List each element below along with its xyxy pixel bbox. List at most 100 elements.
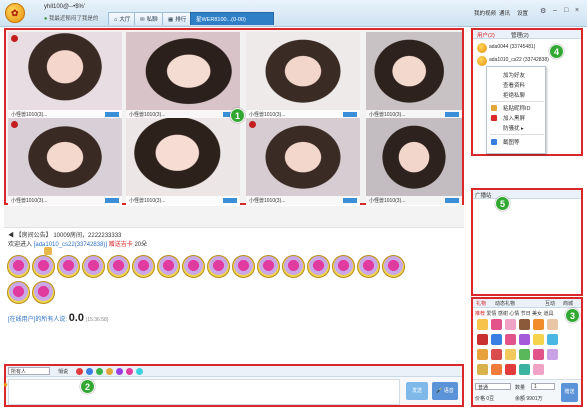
chat-timestamp: (15:36:58) <box>85 317 109 323</box>
menu-divider <box>490 134 544 135</box>
chat-line: [在线用户]的所有人说: 0.0 (15:36:58) <box>8 312 109 324</box>
quantity-label: 数量 <box>515 385 526 391</box>
gift-item[interactable] <box>547 319 558 330</box>
maximize-icon[interactable]: □ <box>564 7 568 14</box>
menu-settings[interactable]: 设置 <box>517 9 528 17</box>
minimize-icon[interactable]: – <box>553 7 557 14</box>
send-button[interactable]: 发送 <box>406 382 428 400</box>
gift-item[interactable] <box>505 364 516 375</box>
screenshot-icon <box>491 139 497 145</box>
user-row[interactable]: ada1010_cs22 (33742838) <box>489 57 549 63</box>
gift-item[interactable] <box>519 334 530 345</box>
gift-item[interactable] <box>505 319 516 330</box>
gift-item[interactable] <box>519 319 530 330</box>
emoji-icon[interactable] <box>86 368 93 375</box>
voice-button[interactable]: 🎤 语音 <box>432 382 458 400</box>
shake-icon[interactable] <box>136 368 143 375</box>
category-props[interactable]: 道具 <box>543 311 553 317</box>
menu-blacklist[interactable]: 加入黑屏 <box>503 114 525 122</box>
video-tile[interactable]: 小怪兽1010(3)... <box>126 118 240 205</box>
gift-item[interactable] <box>491 364 502 375</box>
gift-item[interactable] <box>477 334 488 345</box>
gift-item[interactable] <box>533 334 544 345</box>
menu-contacts[interactable]: 通讯 <box>499 9 510 17</box>
gift-item[interactable] <box>519 349 530 360</box>
menu-my-video[interactable]: 我的视频 <box>474 9 496 17</box>
callout-badge-5: 5 <box>495 196 510 211</box>
tab-gifts[interactable]: 礼物 <box>476 300 486 307</box>
tab-lobby[interactable]: ⌂ 大厅 <box>108 12 137 25</box>
tab-ranking[interactable]: ▦ 排行 <box>162 12 193 25</box>
user-row[interactable]: ada0044 (33745481) <box>489 44 535 50</box>
tab-admins[interactable]: 管理(2) <box>511 31 529 39</box>
skin-icon[interactable]: ⚙ <box>540 7 546 15</box>
menu-block-private[interactable]: 拒绝私聊 <box>503 91 525 99</box>
tab-users[interactable]: 用户(2) <box>477 31 495 39</box>
gift-item[interactable] <box>505 349 516 360</box>
video-tile[interactable]: 小怪兽1010(3)... <box>8 32 122 119</box>
balance-text: 余额 9901万 <box>515 396 543 402</box>
gift-tabs: 礼物 动态礼物 互动 商城 <box>473 299 581 308</box>
music-icon[interactable] <box>126 368 133 375</box>
menu-view-profile[interactable]: 查看资料 <box>503 81 525 89</box>
gift-select[interactable]: 普通 <box>475 383 511 391</box>
tab-interact[interactable]: 互动 <box>545 300 555 307</box>
gift-item[interactable] <box>491 349 502 360</box>
gift-item[interactable] <box>491 334 502 345</box>
category-beauty[interactable]: 美女 <box>532 311 542 317</box>
gift-categories: 推荐 爱情 感谢 心情 节日 美女 道具 <box>475 310 553 317</box>
gift-item[interactable] <box>477 364 488 375</box>
gift-item[interactable] <box>547 334 558 345</box>
rose-gift-icon <box>307 255 330 278</box>
price-text: 价格 0豆 <box>475 396 495 402</box>
user-list-panel: 用户(2) 管理(2) ada0044 (33745481) ada1010_c… <box>471 28 583 156</box>
menu-add-friend[interactable]: 加为好友 <box>503 71 525 79</box>
gift-item[interactable] <box>533 319 544 330</box>
category-mood[interactable]: 心情 <box>509 311 519 317</box>
close-icon[interactable]: × <box>575 7 579 14</box>
gift-item[interactable] <box>477 349 488 360</box>
video-tile[interactable]: 小怪兽1010(3)... <box>366 32 462 119</box>
gift-item[interactable] <box>519 364 530 375</box>
video-tile[interactable]: 小怪兽1010(3)... <box>246 32 360 119</box>
recipient-select[interactable]: 所有人 <box>8 367 50 375</box>
menu-paste-id[interactable]: 粘贴昵称ID <box>503 104 531 112</box>
gift-item[interactable] <box>491 319 502 330</box>
rose-gift-icon <box>32 281 55 304</box>
whisper-checkbox-label[interactable]: 悄说 <box>58 368 68 375</box>
gift-icon[interactable] <box>106 368 113 375</box>
menu-screenshot[interactable]: 截图等 <box>503 138 520 146</box>
gift-item[interactable] <box>533 364 544 375</box>
menu-anti-harass[interactable]: 防骚扰 ▸ <box>503 124 524 132</box>
quantity-select[interactable]: 1 <box>531 383 555 390</box>
video-tile[interactable]: 小怪兽1010(3)... <box>366 118 462 205</box>
image-icon[interactable] <box>96 368 103 375</box>
tab-mall[interactable]: 商城 <box>563 300 573 307</box>
send-gift-button[interactable]: 赠送 <box>561 383 578 402</box>
category-recommend[interactable]: 推荐 <box>475 311 485 317</box>
gift-item[interactable] <box>477 319 488 330</box>
gift-footer: 普通 数量 1 价格 0豆 余额 9901万 赠送 <box>473 379 581 405</box>
menu-divider <box>490 101 544 102</box>
gift-item[interactable] <box>505 334 516 345</box>
paste-icon <box>491 105 497 111</box>
screenshot-icon[interactable] <box>116 368 123 375</box>
video-tile[interactable]: 小怪兽1010(3)... <box>8 118 122 205</box>
callout-badge-3: 3 <box>565 308 580 323</box>
category-thanks[interactable]: 感谢 <box>498 311 508 317</box>
context-menu: 加为好友 查看资料 拒绝私聊 粘贴昵称ID 加入黑屏 防骚扰 ▸ 截图等 <box>486 66 546 154</box>
gift-item[interactable] <box>533 349 544 360</box>
video-tile[interactable]: 小怪兽1010(3)... <box>246 118 360 205</box>
chat-toolbar <box>4 206 464 228</box>
rose-gift-icon <box>282 255 305 278</box>
font-color-icon[interactable] <box>76 368 83 375</box>
gift-item[interactable] <box>547 349 558 360</box>
tab-private-chat[interactable]: ✉ 私聊 <box>134 12 164 25</box>
app-logo-icon: ✿ <box>5 3 25 23</box>
category-love[interactable]: 爱情 <box>486 311 496 317</box>
message-input[interactable] <box>8 379 400 405</box>
video-tile[interactable]: 小怪兽1010(3)... <box>126 32 240 119</box>
tab-current-room[interactable]: 星WER8100...(0-00) <box>190 12 274 25</box>
tab-dynamic-gifts[interactable]: 动态礼物 <box>495 300 515 307</box>
category-holiday[interactable]: 节日 <box>521 311 531 317</box>
